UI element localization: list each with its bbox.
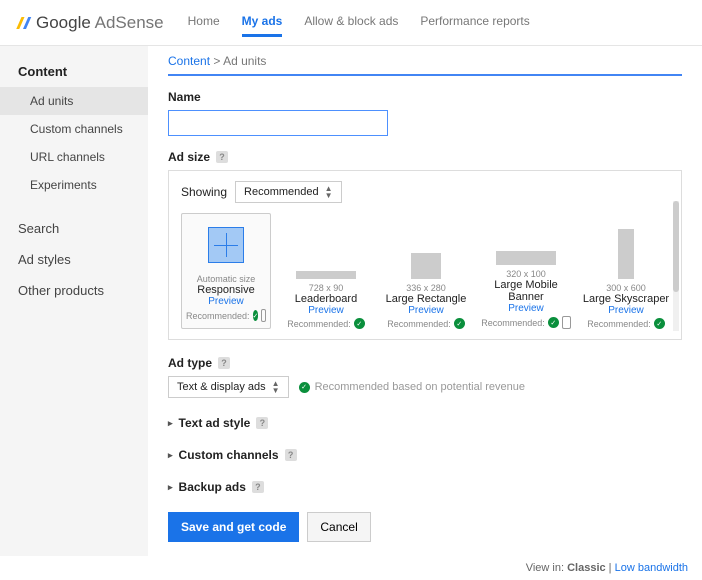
breadcrumb-current: Ad units <box>223 54 266 68</box>
view-low-bandwidth-link[interactable]: Low bandwidth <box>615 562 688 574</box>
cancel-button[interactable]: Cancel <box>307 512 370 542</box>
nav-tabs: Home My ads Allow & block ads Performanc… <box>188 8 530 37</box>
check-icon: ✓ <box>548 317 559 328</box>
sidebar-item-experiments[interactable]: Experiments <box>0 171 148 199</box>
view-classic: Classic <box>567 562 606 574</box>
check-icon: ✓ <box>253 310 259 321</box>
help-icon[interactable]: ? <box>216 151 228 163</box>
responsive-icon <box>208 227 244 263</box>
sidebar-item-ad-styles[interactable]: Ad styles <box>0 244 148 275</box>
preview-link[interactable]: Preview <box>581 305 671 316</box>
preview-link[interactable]: Preview <box>281 305 371 316</box>
tab-my-ads[interactable]: My ads <box>242 8 283 37</box>
adsense-logo-icon <box>14 14 32 32</box>
tab-home[interactable]: Home <box>188 8 220 37</box>
adsize-label: Ad size? <box>168 150 682 164</box>
help-icon[interactable]: ? <box>218 357 230 369</box>
size-large-skyscraper[interactable]: 300 x 600 Large Skyscraper Preview Recom… <box>581 229 671 329</box>
caret-right-icon: ▸ <box>168 482 173 493</box>
check-icon: ✓ <box>354 318 365 329</box>
sidebar-item-url-channels[interactable]: URL channels <box>0 143 148 171</box>
save-button[interactable]: Save and get code <box>168 512 299 542</box>
updown-icon: ▲▼ <box>272 380 280 394</box>
size-large-mobile-banner[interactable]: 320 x 100 Large Mobile Banner Preview Re… <box>481 215 571 329</box>
device-icon <box>562 316 571 329</box>
sidebar-item-custom-channels[interactable]: Custom channels <box>0 115 148 143</box>
caret-right-icon: ▸ <box>168 450 173 461</box>
leaderboard-shape-icon <box>296 271 356 279</box>
size-leaderboard[interactable]: 728 x 90 Leaderboard Preview Recommended… <box>281 229 371 329</box>
top-bar: Google AdSense Home My ads Allow & block… <box>0 0 702 46</box>
adtype-hint: ✓Recommended based on potential revenue <box>299 381 525 393</box>
name-label: Name <box>168 90 682 104</box>
mobile-banner-shape-icon <box>496 251 556 265</box>
check-icon: ✓ <box>654 318 665 329</box>
logo[interactable]: Google AdSense <box>14 13 164 33</box>
adsize-panel: Showing Recommended ▲▼ Automatic size Re… <box>168 170 682 340</box>
check-icon: ✓ <box>299 382 310 393</box>
footer: View in: Classic | Low bandwidth <box>0 556 702 580</box>
section-text-ad-style[interactable]: ▸Text ad style? <box>168 416 682 430</box>
rectangle-shape-icon <box>411 253 441 279</box>
size-large-rectangle[interactable]: 336 x 280 Large Rectangle Preview Recomm… <box>381 229 471 329</box>
updown-icon: ▲▼ <box>325 185 333 199</box>
skyscraper-shape-icon <box>618 229 634 279</box>
preview-link[interactable]: Preview <box>481 303 571 314</box>
sidebar-item-ad-units[interactable]: Ad units <box>0 87 148 115</box>
sidebar-heading-content: Content <box>0 58 148 87</box>
size-scrollbar[interactable] <box>673 201 679 331</box>
tab-performance[interactable]: Performance reports <box>420 8 529 37</box>
sidebar-item-search[interactable]: Search <box>0 213 148 244</box>
section-backup-ads[interactable]: ▸Backup ads? <box>168 480 682 494</box>
breadcrumb: Content > Ad units <box>168 54 682 76</box>
device-icon <box>261 309 266 322</box>
help-icon[interactable]: ? <box>252 481 264 493</box>
content-area: Content > Ad units Name Ad size? Showing… <box>148 46 702 556</box>
help-icon[interactable]: ? <box>285 449 297 461</box>
adtype-dropdown[interactable]: Text & display ads ▲▼ <box>168 376 289 398</box>
logo-text: Google AdSense <box>36 13 164 33</box>
showing-dropdown[interactable]: Recommended ▲▼ <box>235 181 342 203</box>
name-input[interactable] <box>168 110 388 136</box>
caret-right-icon: ▸ <box>168 418 173 429</box>
section-custom-channels[interactable]: ▸Custom channels? <box>168 448 682 462</box>
sidebar-item-other-products[interactable]: Other products <box>0 275 148 306</box>
check-icon: ✓ <box>454 318 465 329</box>
adtype-label: Ad type? <box>168 356 682 370</box>
preview-link[interactable]: Preview <box>186 296 266 307</box>
sidebar: Content Ad units Custom channels URL cha… <box>0 46 148 556</box>
help-icon[interactable]: ? <box>256 417 268 429</box>
tab-allow-block[interactable]: Allow & block ads <box>304 8 398 37</box>
breadcrumb-content-link[interactable]: Content <box>168 54 210 68</box>
size-responsive[interactable]: Automatic size Responsive Preview Recomm… <box>181 213 271 329</box>
showing-label: Showing <box>181 185 227 199</box>
preview-link[interactable]: Preview <box>381 305 471 316</box>
